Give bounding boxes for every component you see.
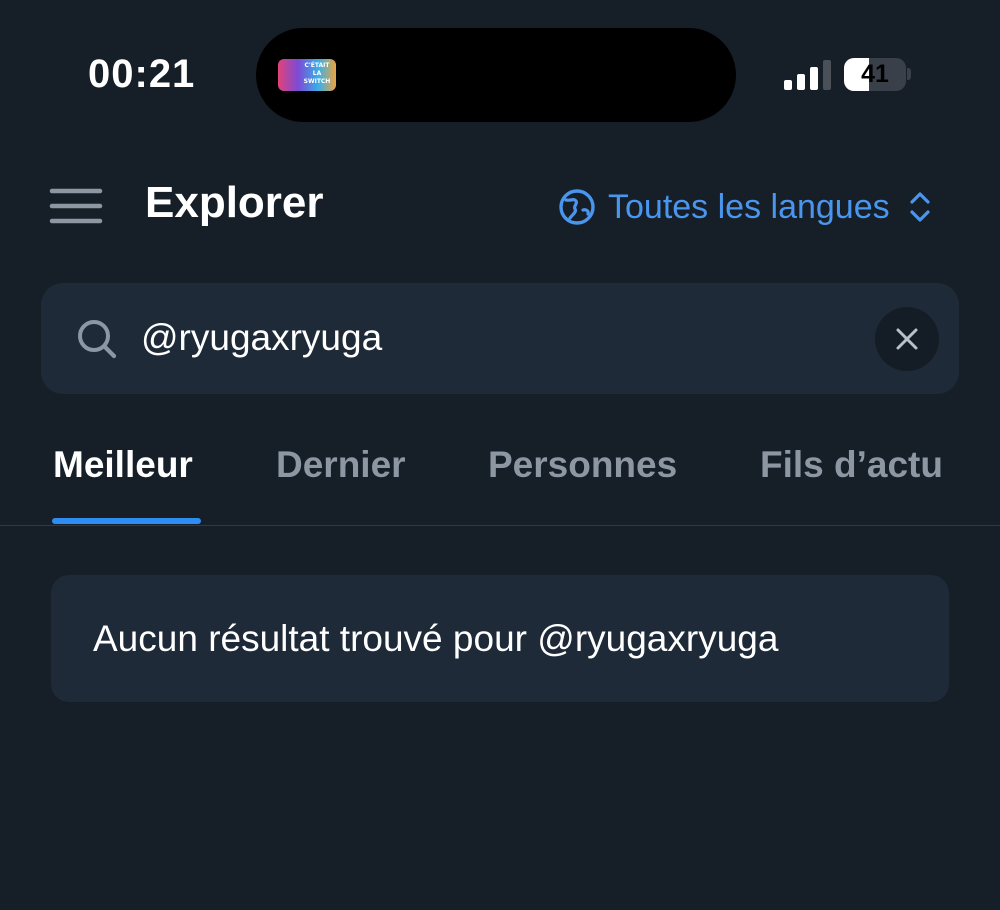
hamburger-menu-icon[interactable] [48, 186, 104, 226]
search-icon [78, 320, 117, 359]
status-time: 00:21 [88, 52, 196, 96]
chevron-up-down-icon [910, 192, 930, 222]
tab-latest[interactable]: Dernier [276, 444, 406, 486]
empty-results-card: Aucun résultat trouvé pour @ryugaxryuga [51, 575, 949, 702]
cellular-signal-icon [784, 60, 831, 90]
close-icon [896, 328, 918, 350]
tab-feeds[interactable]: Fils d’actu [760, 444, 943, 486]
audio-waveform-icon [658, 58, 710, 92]
battery-level: 41 [861, 60, 889, 88]
active-tab-indicator [52, 518, 201, 524]
now-playing-artwork: C'ÉTAIT LA SWITCH [278, 59, 336, 91]
page-title: Explorer [145, 178, 324, 227]
search-bar[interactable] [41, 283, 959, 394]
language-filter-label: Toutes les langues [608, 187, 890, 226]
tab-best[interactable]: Meilleur [53, 444, 193, 486]
search-tabs: Meilleur Dernier Personnes Fils d’actu [0, 430, 1000, 526]
globe-icon [559, 189, 595, 225]
empty-results-message: Aucun résultat trouvé pour @ryugaxryuga [93, 618, 779, 659]
dynamic-island[interactable]: C'ÉTAIT LA SWITCH [256, 28, 736, 122]
now-playing-artwork-text: C'ÉTAIT LA SWITCH [303, 62, 331, 85]
clear-search-button[interactable] [875, 307, 939, 371]
search-input[interactable] [141, 308, 861, 368]
battery-tip [907, 68, 911, 80]
language-filter-button[interactable]: Toutes les langues [558, 184, 932, 230]
battery-indicator: 41 [844, 58, 906, 91]
tab-people[interactable]: Personnes [488, 444, 677, 486]
explore-screen: 00:21 C'ÉTAIT LA SWITCH 41 Explorer Tout… [0, 0, 1000, 910]
